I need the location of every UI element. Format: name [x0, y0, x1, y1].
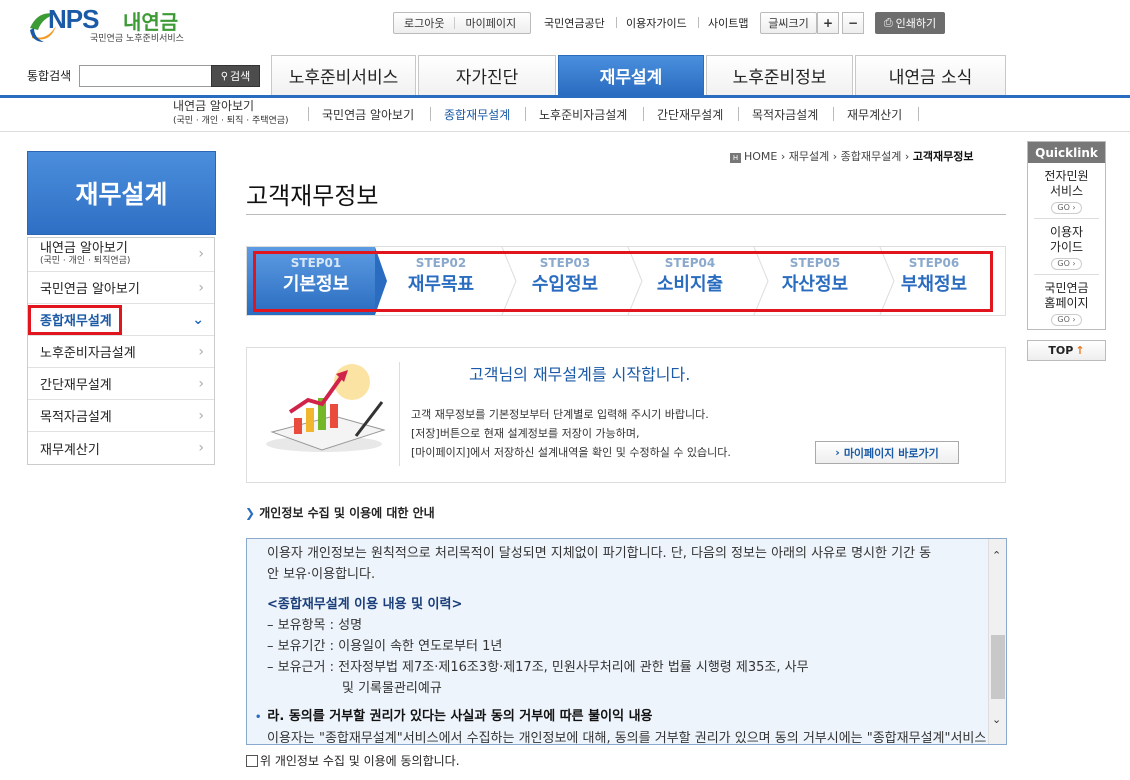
privacy-policy-box[interactable]: 이용자 개인정보는 원칙적으로 처리목적이 달성되면 지체없이 파기합니다. 단… [246, 538, 1007, 745]
print-label: 인쇄하기 [895, 17, 937, 30]
chevron-right-icon: › [198, 407, 204, 424]
go-badge: GO › [1051, 202, 1082, 214]
auth-links: 로그아웃 마이페이지 [393, 12, 531, 34]
chevron-right-icon: › [198, 375, 204, 392]
home-icon: H [730, 153, 741, 163]
lnb-title: 재무설계 [27, 151, 216, 235]
chevron-right-icon: › [198, 246, 204, 262]
arrow-up-icon: ↑ [1075, 344, 1085, 357]
subnav-comprehensive[interactable]: 종합재무설계 [444, 101, 510, 127]
scroll-down-icon: ⌄ [992, 713, 1002, 726]
logout-link[interactable]: 로그아웃 [394, 15, 454, 31]
breadcrumb-comprehensive[interactable]: 종합재무설계 [841, 150, 902, 163]
mypage-shortcut-button[interactable]: › 마이페이지 바로가기 [815, 441, 959, 464]
privacy-subhead: <종합재무설계 이용 내용 및 이력> [267, 597, 463, 612]
chevron-right-icon: › [198, 440, 204, 456]
nps-link[interactable]: 국민연금공단 [544, 15, 605, 31]
search-input[interactable] [79, 65, 213, 87]
font-increase-button[interactable]: + [817, 12, 839, 34]
go-badge: GO › [1051, 258, 1082, 270]
gnb-financial-planning[interactable]: 재무설계 [558, 55, 704, 95]
quicklink-user-guide[interactable]: 이용자 가이드 GO › [1034, 219, 1099, 275]
privacy-section-title: ❯ 개인정보 수집 및 이용에 대한 안내 [245, 506, 435, 520]
subnav-pension-overview[interactable]: 내연금 알아보기 (국민 · 개인 · 퇴직 · 주택연금) [173, 100, 289, 128]
scroll-thumb[interactable] [991, 635, 1005, 699]
quicklink-e-civil[interactable]: 전자민원 서비스 GO › [1034, 163, 1099, 219]
scroll-up-icon: ⌃ [992, 549, 1002, 562]
agree-checkbox-row[interactable]: 위 개인정보 수집 및 이용에 동의합니다. [246, 752, 460, 769]
lnb-item-national-pension[interactable]: 국민연금 알아보기 › [28, 272, 214, 304]
go-badge: GO › [1051, 314, 1082, 326]
search-label: 통합검색 [27, 69, 72, 83]
privacy-item: – 보유항목 : 성명 [267, 618, 363, 633]
chevron-right-icon: › [198, 279, 204, 296]
lnb-item-comprehensive[interactable]: 종합재무설계 ⌄ [28, 304, 214, 336]
agree-checkbox[interactable] [246, 754, 258, 767]
policy-scrollbar[interactable]: ⌃ ⌄ [988, 539, 1006, 744]
breadcrumb-home[interactable]: HOME [744, 150, 777, 163]
subnav-national-pension[interactable]: 국민연금 알아보기 [322, 101, 414, 127]
lnb-item-calculator[interactable]: 재무계산기 › [28, 432, 214, 464]
lnb-item-pension-overview[interactable]: 내연금 알아보기 (국민 · 개인 · 퇴직연금) › [28, 238, 214, 272]
subnav-calculator[interactable]: 재무계산기 [847, 101, 902, 127]
breadcrumb-financial[interactable]: 재무설계 [789, 150, 829, 163]
intro-text: 고객 재무정보를 기본정보부터 단계별로 입력해 주시기 바랍니다. [저장]버… [411, 408, 731, 459]
privacy-item-cont: 및 기록물관리예규 [342, 681, 442, 696]
left-nav: 내연금 알아보기 (국민 · 개인 · 퇴직연금) › 국민연금 알아보기 › 종… [27, 237, 215, 465]
agree-label: 위 개인정보 수집 및 이용에 동의합니다. [260, 754, 460, 768]
breadcrumb-current: 고객재무정보 [912, 150, 974, 163]
chevron-right-icon: › [835, 446, 840, 459]
quicklink-nps-home[interactable]: 국민연금 홈페이지 GO › [1034, 275, 1099, 331]
gnb-underline [0, 95, 1130, 98]
gnb-self-diagnosis[interactable]: 자가진단 [418, 55, 556, 95]
user-guide-link[interactable]: 이용자가이드 [626, 15, 687, 31]
privacy-paragraph: 이용자 개인정보는 원칙적으로 처리목적이 달성되면 지체없이 파기합니다. 단… [267, 546, 932, 561]
print-button[interactable]: ⎙ 인쇄하기 [875, 12, 945, 34]
chevron-right-icon: ❯ [245, 506, 256, 520]
subnav-purpose-fund[interactable]: 목적자금설계 [752, 101, 818, 127]
steps-highlight [253, 251, 993, 312]
chevron-right-icon: › [198, 343, 204, 360]
lnb-item-simple-planning[interactable]: 간단재무설계 › [28, 368, 214, 400]
privacy-subhead-2: 라. 동의를 거부할 권리가 있다는 사실과 동의 거부에 따른 불이익 내용 [267, 709, 653, 724]
mypage-link[interactable]: 마이페이지 [455, 15, 526, 31]
intro-title: 고객님의 재무설계를 시작합니다. [469, 365, 691, 384]
privacy-item: – 보유근거 : 전자정부법 제7조·제16조3항·제17조, 민원사무처리에 … [267, 660, 809, 675]
search-icon: ⚲ [220, 70, 229, 82]
breadcrumb: H HOME › 재무설계 › 종합재무설계 › 고객재무정보 [730, 148, 974, 164]
gnb-retirement-info[interactable]: 노후준비정보 [706, 55, 853, 95]
font-size-label: 글씨크기 [760, 12, 817, 34]
subnav-retirement-fund[interactable]: 노후준비자금설계 [539, 101, 627, 127]
lnb-item-purpose-fund[interactable]: 목적자금설계 › [28, 400, 214, 432]
gnb-pension-news[interactable]: 내연금 소식 [855, 55, 1006, 95]
privacy-item: – 보유기간 : 이용일이 속한 연도로부터 1년 [267, 639, 503, 654]
logo-subtitle: 국민연금 노후준비서비스 [90, 34, 184, 44]
subnav-simple-planning[interactable]: 간단재무설계 [657, 101, 723, 127]
page-title: 고객재무정보 [246, 182, 379, 210]
search-button[interactable]: ⚲ 검색 [211, 65, 260, 87]
privacy-paragraph-2: 이용자는 "종합재무설계"서비스에서 수집하는 개인정보에 대해, 동의를 거부… [267, 731, 987, 745]
printer-icon: ⎙ [883, 16, 893, 29]
finance-chart-illustration-icon [266, 364, 386, 452]
quicklink-title: Quicklink [1028, 142, 1105, 163]
privacy-paragraph-cont: 안 보유·이용합니다. [267, 567, 376, 582]
quicklink-panel: Quicklink 전자민원 서비스 GO › 이용자 가이드 GO › 국민연금 홈… [1027, 141, 1106, 330]
chevron-down-icon: ⌄ [192, 311, 204, 328]
font-decrease-button[interactable]: − [842, 12, 864, 34]
gnb-retirement-service[interactable]: 노후준비서비스 [271, 55, 416, 95]
lnb-item-retirement-fund[interactable]: 노후준비자금설계 › [28, 336, 214, 368]
top-button[interactable]: TOP ↑ [1027, 340, 1106, 361]
sitemap-link[interactable]: 사이트맵 [708, 15, 748, 31]
